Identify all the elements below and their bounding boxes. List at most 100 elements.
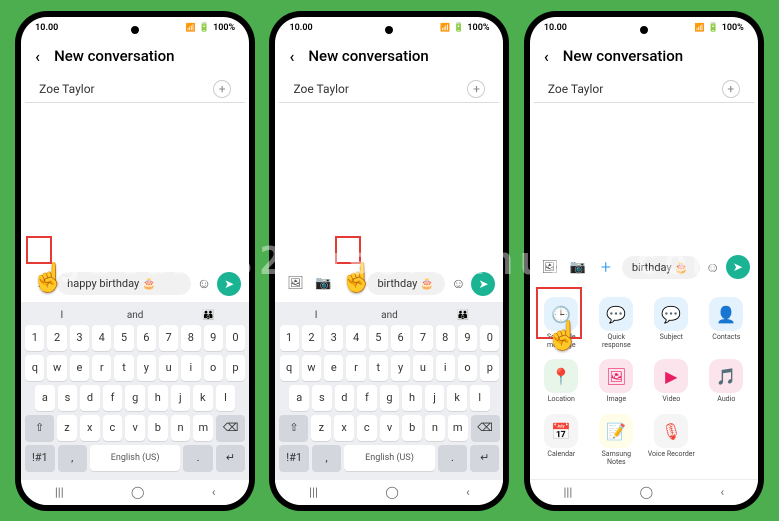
key[interactable]: s: [58, 385, 78, 411]
key[interactable]: a: [35, 385, 55, 411]
key[interactable]: l: [470, 385, 490, 411]
key[interactable]: 4: [92, 325, 111, 351]
key[interactable]: y: [391, 355, 410, 381]
key[interactable]: f: [357, 385, 377, 411]
key[interactable]: c: [103, 415, 123, 441]
back-icon[interactable]: ‹: [289, 47, 294, 66]
key[interactable]: 5: [369, 325, 388, 351]
shift-key[interactable]: ⇧: [25, 415, 54, 441]
gallery-icon[interactable]: 🖼: [285, 274, 305, 294]
suggestion[interactable]: 👪: [426, 310, 499, 321]
send-button[interactable]: ➤: [726, 255, 750, 279]
key[interactable]: e: [70, 355, 89, 381]
backspace-key[interactable]: ⌫: [216, 415, 245, 441]
home-icon[interactable]: ◯: [385, 485, 398, 499]
suggestion-row[interactable]: I and 👪: [25, 306, 245, 325]
key[interactable]: 7: [413, 325, 432, 351]
key[interactable]: h: [148, 385, 168, 411]
key[interactable]: w: [302, 355, 321, 381]
suggestion[interactable]: I: [279, 310, 352, 321]
key[interactable]: d: [335, 385, 355, 411]
key[interactable]: r: [92, 355, 111, 381]
back-nav-icon[interactable]: ‹: [466, 485, 470, 499]
key[interactable]: u: [159, 355, 178, 381]
emoji-icon[interactable]: ☺: [197, 275, 211, 292]
key[interactable]: 1: [280, 325, 299, 351]
suggestion-row[interactable]: I and 👪: [279, 306, 499, 325]
add-recipient-icon[interactable]: +: [467, 80, 485, 98]
key[interactable]: s: [312, 385, 332, 411]
emoji-icon[interactable]: ☺: [451, 275, 465, 292]
key[interactable]: b: [148, 415, 168, 441]
key[interactable]: 3: [324, 325, 343, 351]
add-recipient-icon[interactable]: +: [722, 80, 740, 98]
suggestion[interactable]: 👪: [172, 310, 245, 321]
key[interactable]: d: [80, 385, 100, 411]
symbol-key[interactable]: !#1: [25, 445, 54, 471]
attach-item-voice-recorder[interactable]: 🎙Voice Recorder: [644, 410, 699, 470]
camera-icon[interactable]: 📷: [313, 274, 333, 294]
key[interactable]: y: [137, 355, 156, 381]
send-button[interactable]: ➤: [217, 272, 241, 296]
attach-item-samsung-notes[interactable]: 📝Samsung Notes: [589, 410, 644, 470]
period-key[interactable]: .: [438, 445, 467, 471]
attach-item-quick-response[interactable]: 💬Quick response: [589, 293, 644, 353]
period-key[interactable]: .: [183, 445, 212, 471]
gallery-icon[interactable]: 🖼: [540, 257, 560, 277]
key[interactable]: z: [311, 415, 331, 441]
comma-key[interactable]: ,: [58, 445, 87, 471]
key[interactable]: k: [193, 385, 213, 411]
key[interactable]: v: [125, 415, 145, 441]
key[interactable]: 6: [137, 325, 156, 351]
key[interactable]: 3: [70, 325, 89, 351]
key[interactable]: x: [334, 415, 354, 441]
key[interactable]: t: [114, 355, 133, 381]
key[interactable]: t: [369, 355, 388, 381]
key[interactable]: 4: [346, 325, 365, 351]
key[interactable]: e: [324, 355, 343, 381]
home-icon[interactable]: ◯: [640, 485, 653, 499]
key[interactable]: f: [103, 385, 123, 411]
key[interactable]: l: [216, 385, 236, 411]
key[interactable]: 9: [204, 325, 223, 351]
key[interactable]: 8: [436, 325, 455, 351]
attach-item-calendar[interactable]: 📅Calendar: [534, 410, 589, 470]
space-key[interactable]: English (US): [344, 445, 434, 471]
key[interactable]: 7: [159, 325, 178, 351]
key[interactable]: j: [171, 385, 191, 411]
key[interactable]: p: [226, 355, 245, 381]
key[interactable]: b: [402, 415, 422, 441]
compose-input[interactable]: happy birthday 🎂: [57, 272, 191, 295]
symbol-key[interactable]: !#1: [279, 445, 308, 471]
enter-key[interactable]: ↵: [216, 445, 245, 471]
key[interactable]: g: [125, 385, 145, 411]
key[interactable]: 0: [226, 325, 245, 351]
shift-key[interactable]: ⇧: [279, 415, 308, 441]
key[interactable]: z: [57, 415, 77, 441]
key[interactable]: x: [80, 415, 100, 441]
attach-item-audio[interactable]: 🎵Audio: [699, 355, 754, 408]
key[interactable]: u: [413, 355, 432, 381]
add-recipient-icon[interactable]: +: [213, 80, 231, 98]
attach-item-location[interactable]: 📍Location: [534, 355, 589, 408]
key[interactable]: o: [458, 355, 477, 381]
suggestion[interactable]: I: [25, 310, 98, 321]
attach-item-image[interactable]: 🖼Image: [589, 355, 644, 408]
space-key[interactable]: English (US): [90, 445, 180, 471]
key[interactable]: v: [380, 415, 400, 441]
key[interactable]: j: [425, 385, 445, 411]
home-icon[interactable]: ◯: [131, 485, 144, 499]
suggestion[interactable]: and: [98, 310, 171, 321]
key[interactable]: m: [448, 415, 468, 441]
camera-icon[interactable]: 📷: [568, 257, 588, 277]
recipient-field[interactable]: Zoe Taylor +: [25, 74, 245, 103]
recents-icon[interactable]: |||: [309, 485, 318, 499]
key[interactable]: 5: [114, 325, 133, 351]
key[interactable]: 1: [25, 325, 44, 351]
send-button[interactable]: ➤: [471, 272, 495, 296]
comma-key[interactable]: ,: [312, 445, 341, 471]
emoji-icon[interactable]: ☺: [706, 259, 720, 276]
key[interactable]: o: [204, 355, 223, 381]
key[interactable]: 2: [302, 325, 321, 351]
recipient-field[interactable]: Zoe Taylor +: [279, 74, 499, 103]
